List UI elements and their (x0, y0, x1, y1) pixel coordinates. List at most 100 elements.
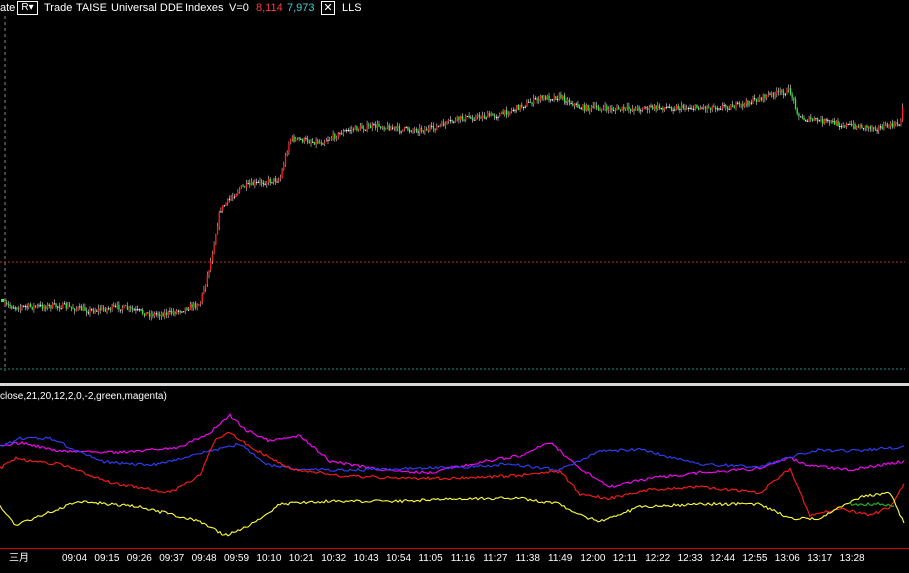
candle-body (264, 183, 266, 185)
candle-body (742, 103, 744, 107)
candle-body (618, 107, 620, 110)
candle-body (602, 107, 605, 109)
candle-body (451, 120, 453, 122)
candle-body (385, 127, 387, 130)
candle-body (633, 108, 635, 111)
candle-body (721, 105, 724, 109)
candle-body (849, 123, 851, 125)
candle-body (273, 178, 275, 183)
candle-body (24, 305, 27, 307)
candle-body (193, 303, 195, 308)
candle-body (148, 313, 151, 317)
down-count: 7,973 (287, 2, 315, 14)
candle-body (448, 119, 450, 122)
candle-body (630, 109, 632, 111)
candle-body (41, 304, 44, 309)
candle-body (364, 129, 367, 131)
candle-body (324, 141, 326, 144)
candle-body (390, 127, 392, 131)
candle-body (613, 110, 615, 112)
candle-body (334, 133, 336, 139)
candle-body (356, 126, 358, 131)
candle-body (291, 136, 293, 140)
candle-body (242, 185, 244, 187)
candle-body (886, 123, 888, 128)
price-chart[interactable] (0, 16, 909, 382)
candle-body (162, 313, 164, 317)
candle-body (842, 125, 844, 127)
candle-body (541, 95, 543, 99)
indicator-chart[interactable] (0, 404, 909, 547)
candle-body (740, 103, 742, 105)
candle-body (623, 106, 625, 110)
candle-body (62, 303, 64, 309)
candle-body (548, 95, 550, 101)
candle-body (349, 130, 351, 132)
candle-body (6, 302, 8, 305)
candle-body (23, 305, 25, 307)
candle-body (708, 106, 710, 108)
candle-body (45, 306, 47, 309)
time-tick-label: 09:04 (62, 553, 88, 564)
candle-body (454, 118, 457, 122)
candle-body (21, 306, 23, 308)
candle-body (419, 127, 421, 133)
candle-body (543, 96, 545, 99)
candle-body (895, 122, 897, 125)
candle-body (351, 129, 353, 131)
time-tick-label: 10:10 (256, 553, 282, 564)
candle-body (859, 124, 861, 128)
candle-body (120, 309, 122, 311)
candle-body (502, 111, 504, 115)
candle-body (79, 306, 81, 308)
candle-body (184, 307, 186, 312)
candle-body (827, 119, 829, 121)
candle-body (414, 128, 416, 130)
candle-body (803, 118, 805, 121)
mode-dropdown-button[interactable]: R▾ (17, 1, 38, 15)
candle-body (215, 234, 217, 245)
candle-body (342, 131, 344, 135)
candle-body (7, 304, 10, 306)
candle-body (278, 179, 280, 182)
candle-body (772, 92, 775, 97)
candle-body (715, 107, 717, 110)
candle-body (57, 306, 59, 308)
candle-body (628, 106, 630, 110)
candle-body (545, 96, 547, 100)
candle-body (851, 123, 853, 126)
candle-body (386, 125, 389, 128)
close-icon[interactable]: ✕ (321, 1, 335, 15)
candle-body (573, 103, 576, 106)
candle-body (125, 305, 127, 307)
candle-body (575, 103, 577, 105)
candle-body (344, 130, 346, 132)
candle-body (86, 310, 88, 313)
candle-body (138, 309, 140, 311)
candle-body (582, 104, 584, 109)
time-tick-label: 10:32 (321, 553, 347, 564)
indicator-series-line (0, 431, 905, 518)
candle-body (194, 303, 197, 308)
candle-body (703, 106, 705, 108)
candle-body (861, 124, 863, 129)
candle-body (118, 304, 120, 310)
candle-body (896, 122, 899, 126)
candle-body (371, 124, 373, 129)
candle-body (635, 108, 637, 111)
candle-body (84, 307, 86, 311)
candle-body (522, 106, 525, 108)
candle-body (213, 244, 215, 254)
candle-body (784, 94, 786, 96)
candle-body (288, 143, 290, 153)
candle-body (822, 118, 824, 124)
panel-divider[interactable] (0, 383, 909, 386)
time-tick-label: 13:17 (807, 553, 833, 564)
candle-body (301, 139, 304, 143)
candle-body (359, 126, 361, 130)
candle-body (432, 125, 435, 129)
candle-body (579, 107, 581, 109)
candle-body (327, 140, 329, 142)
candle-body (244, 186, 246, 188)
indicator-series-line (0, 436, 905, 472)
